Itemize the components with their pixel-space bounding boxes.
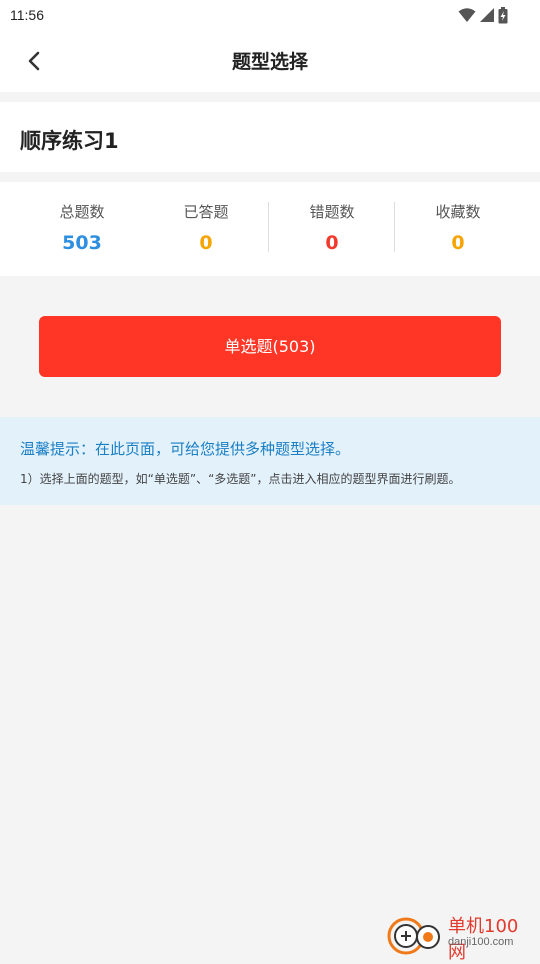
watermark-logo-icon bbox=[387, 917, 440, 955]
battery-icon bbox=[498, 6, 508, 23]
stat-label: 已答题 bbox=[183, 203, 229, 221]
stat-label: 错题数 bbox=[309, 203, 355, 221]
stat-value: 0 bbox=[199, 232, 213, 254]
stat-divider bbox=[268, 202, 269, 252]
wifi-icon bbox=[458, 8, 476, 22]
stats-card: 总题数 503 已答题 0 错题数 0 收藏数 0 bbox=[0, 182, 540, 276]
stat-label: 总题数 bbox=[59, 203, 105, 221]
tip-title: 温馨提示：在此页面，可给您提供多种题型选择。 bbox=[20, 440, 351, 458]
nav-bar: 题型选择 bbox=[0, 30, 540, 92]
status-time: 11:56 bbox=[10, 7, 44, 23]
status-bar: 11:56 bbox=[0, 0, 540, 30]
stat-label: 收藏数 bbox=[435, 203, 481, 221]
practice-title-card: 顺序练习1 bbox=[0, 102, 540, 172]
stat-value: 0 bbox=[451, 232, 465, 254]
tip-line: 1）选择上面的题型，如“单选题”、“多选题”，点击进入相应的题型界面进行刷题。 bbox=[20, 472, 461, 486]
page-title: 题型选择 bbox=[231, 51, 308, 73]
stat-divider bbox=[394, 202, 395, 252]
watermark-url: danji100.com bbox=[448, 936, 514, 948]
watermark: 单机100网 danji100.com bbox=[384, 910, 534, 963]
stat-value: 0 bbox=[325, 232, 339, 254]
stat-value: 503 bbox=[62, 232, 102, 254]
practice-title: 顺序练习1 bbox=[20, 129, 119, 153]
stat-favorites: 收藏数 0 bbox=[398, 202, 518, 254]
tip-box: 温馨提示：在此页面，可给您提供多种题型选择。 1）选择上面的题型，如“单选题”、… bbox=[0, 417, 540, 505]
single-choice-button[interactable]: 单选题(503) bbox=[39, 316, 501, 377]
signal-icon bbox=[480, 8, 494, 22]
stat-wrong: 错题数 0 bbox=[272, 202, 392, 254]
stat-total: 总题数 503 bbox=[22, 202, 142, 254]
status-icons bbox=[458, 6, 508, 24]
stat-answered: 已答题 0 bbox=[146, 202, 266, 254]
